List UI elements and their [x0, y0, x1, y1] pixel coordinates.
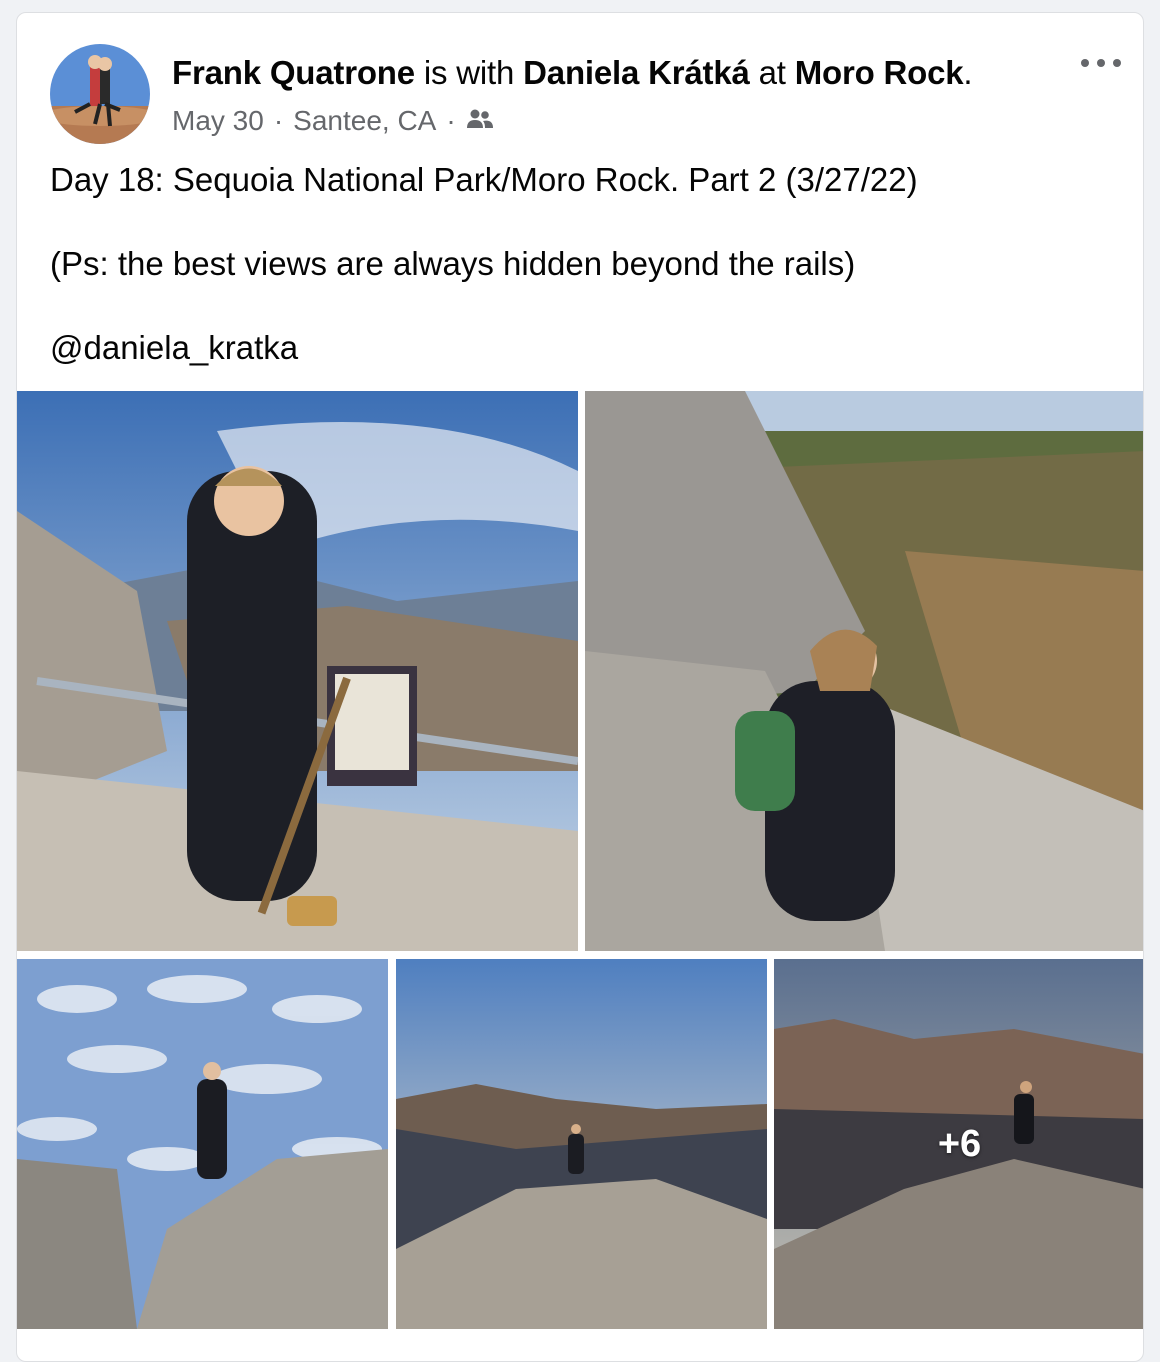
photo-4[interactable] — [396, 959, 767, 1329]
photo-5[interactable]: +6 — [774, 959, 1143, 1329]
more-photos-count: +6 — [937, 1122, 982, 1165]
post-header: Frank Quatrone is with Daniela Krátká at… — [172, 51, 973, 95]
meta-separator: · — [446, 105, 456, 136]
photo-1[interactable] — [17, 391, 578, 951]
post-location[interactable]: Santee, CA — [293, 101, 436, 141]
post-text-mention[interactable]: @daniela_kratka — [50, 327, 298, 369]
place-link[interactable]: Moro Rock — [795, 54, 964, 91]
author-name-link[interactable]: Frank Quatrone — [172, 54, 415, 91]
at-text: at — [758, 54, 786, 91]
post-text-line-2: (Ps: the best views are always hidden be… — [50, 245, 856, 282]
dot-icon — [1113, 59, 1121, 67]
header-period: . — [963, 54, 973, 91]
meta-separator: · — [273, 105, 284, 136]
more-options-button[interactable] — [1081, 53, 1121, 73]
photo-3[interactable] — [17, 959, 388, 1329]
photo-2[interactable] — [585, 391, 1143, 951]
post-card: Frank Quatrone is with Daniela Krátká at… — [16, 12, 1144, 1362]
author-avatar[interactable] — [50, 44, 150, 144]
post-meta: May 30 · Santee, CA · — [172, 101, 494, 141]
dot-icon — [1081, 59, 1089, 67]
post-text-line-1: Day 18: Sequoia National Park/Moro Rock.… — [50, 161, 918, 198]
with-text: is with — [423, 54, 515, 91]
dot-icon — [1097, 59, 1105, 67]
post-date-link[interactable]: May 30 — [172, 101, 264, 141]
tagged-person-link[interactable]: Daniela Krátká — [523, 54, 750, 91]
friends-icon[interactable] — [466, 101, 494, 141]
